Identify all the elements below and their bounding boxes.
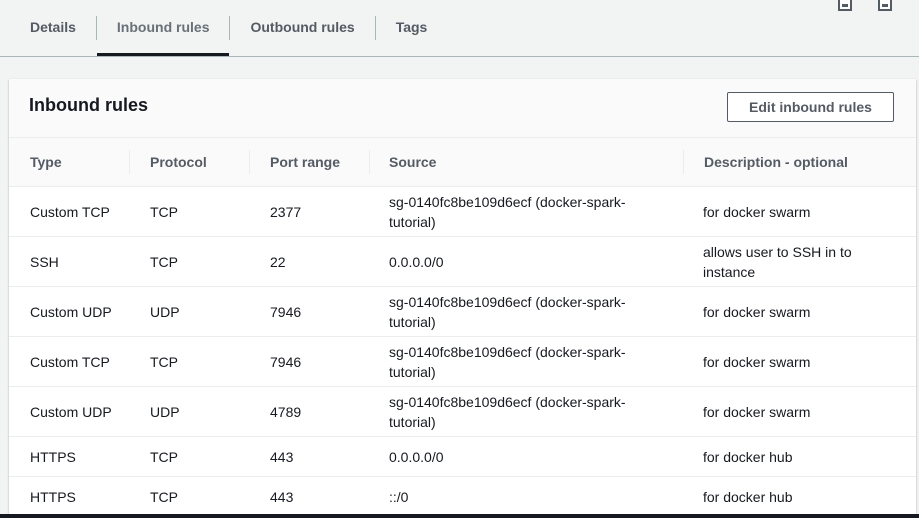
- bottom-edge: [0, 514, 919, 518]
- cell-port-range: 4789: [270, 403, 302, 420]
- window-icon[interactable]: [838, 0, 852, 11]
- panel-header: Inbound rules Edit inbound rules: [9, 79, 916, 138]
- column-header-protocol[interactable]: Protocol: [150, 138, 207, 187]
- cell-description: for docker swarm: [703, 303, 811, 320]
- tab-details[interactable]: Details: [10, 0, 96, 56]
- edit-inbound-rules-button[interactable]: Edit inbound rules: [727, 92, 894, 122]
- cell-source: sg-0140fc8be109d6ecf (docker-spark-tutor…: [389, 343, 626, 380]
- cell-source: sg-0140fc8be109d6ecf (docker-spark-tutor…: [389, 293, 626, 330]
- cell-type: Custom TCP: [30, 203, 110, 220]
- table-row: Custom UDP UDP 4789 sg-0140fc8be109d6ecf…: [9, 387, 916, 437]
- cell-protocol: UDP: [150, 403, 180, 420]
- cell-protocol: TCP: [150, 448, 178, 465]
- cell-source: 0.0.0.0/0: [389, 448, 444, 465]
- column-divider: [683, 150, 684, 174]
- cell-protocol: TCP: [150, 203, 178, 220]
- cell-protocol: TCP: [150, 353, 178, 370]
- table-row: SSH TCP 22 0.0.0.0/0 allows user to SSH …: [9, 237, 916, 287]
- cell-type: Custom UDP: [30, 303, 112, 320]
- column-divider: [369, 150, 370, 174]
- cell-protocol: TCP: [150, 489, 178, 505]
- panel-title: Inbound rules: [29, 95, 148, 115]
- cell-type: Custom UDP: [30, 403, 112, 420]
- cell-port-range: 7946: [270, 353, 302, 370]
- tab-list: Details Inbound rules Outbound rules Tag…: [10, 0, 447, 56]
- table-header: Type Protocol Port range Source Descript…: [9, 138, 916, 187]
- table-row: Custom TCP TCP 7946 sg-0140fc8be109d6ecf…: [9, 337, 916, 387]
- window-icon[interactable]: [878, 0, 892, 11]
- cell-port-range: 7946: [270, 303, 302, 320]
- cell-source: ::/0: [389, 489, 409, 505]
- table-row: HTTPS TCP 443 0.0.0.0/0 for docker hub: [9, 437, 916, 477]
- cell-protocol: TCP: [150, 253, 178, 270]
- cell-source: sg-0140fc8be109d6ecf (docker-spark-tutor…: [389, 193, 626, 230]
- cell-description: for docker swarm: [703, 203, 811, 220]
- cell-port-range: 22: [270, 253, 286, 270]
- cell-description: for docker swarm: [703, 403, 811, 420]
- cell-description: for docker hub: [703, 489, 793, 505]
- cell-type: HTTPS: [30, 489, 76, 505]
- cell-type: Custom TCP: [30, 353, 110, 370]
- column-divider: [129, 150, 130, 174]
- column-header-source[interactable]: Source: [389, 138, 436, 187]
- column-header-type[interactable]: Type: [30, 138, 62, 187]
- cell-description: for docker hub: [703, 448, 793, 465]
- tab-inbound-rules[interactable]: Inbound rules: [96, 0, 230, 56]
- cell-type: HTTPS: [30, 448, 76, 465]
- cell-source: 0.0.0.0/0: [389, 253, 444, 270]
- cell-description: for docker swarm: [703, 353, 811, 370]
- cell-port-range: 443: [270, 448, 294, 465]
- tab-bar: Details Inbound rules Outbound rules Tag…: [0, 0, 919, 57]
- cell-protocol: UDP: [150, 303, 180, 320]
- table-row: Custom UDP UDP 7946 sg-0140fc8be109d6ecf…: [9, 287, 916, 337]
- column-divider: [249, 150, 250, 174]
- cell-source: sg-0140fc8be109d6ecf (docker-spark-tutor…: [389, 393, 626, 430]
- table-row: HTTPS TCP 443 ::/0 for docker hub: [9, 477, 916, 517]
- inbound-rules-panel: Inbound rules Edit inbound rules Type Pr…: [9, 79, 916, 518]
- cell-type: SSH: [30, 253, 59, 270]
- cell-port-range: 2377: [270, 203, 302, 220]
- table-row: Custom TCP TCP 2377 sg-0140fc8be109d6ecf…: [9, 187, 916, 237]
- tab-outbound-rules[interactable]: Outbound rules: [230, 0, 374, 56]
- column-header-port-range[interactable]: Port range: [270, 138, 340, 187]
- tab-tags[interactable]: Tags: [376, 0, 448, 56]
- cell-port-range: 443: [270, 489, 294, 505]
- column-header-description[interactable]: Description - optional: [704, 138, 848, 187]
- cell-description: allows user to SSH in to instance: [703, 243, 852, 280]
